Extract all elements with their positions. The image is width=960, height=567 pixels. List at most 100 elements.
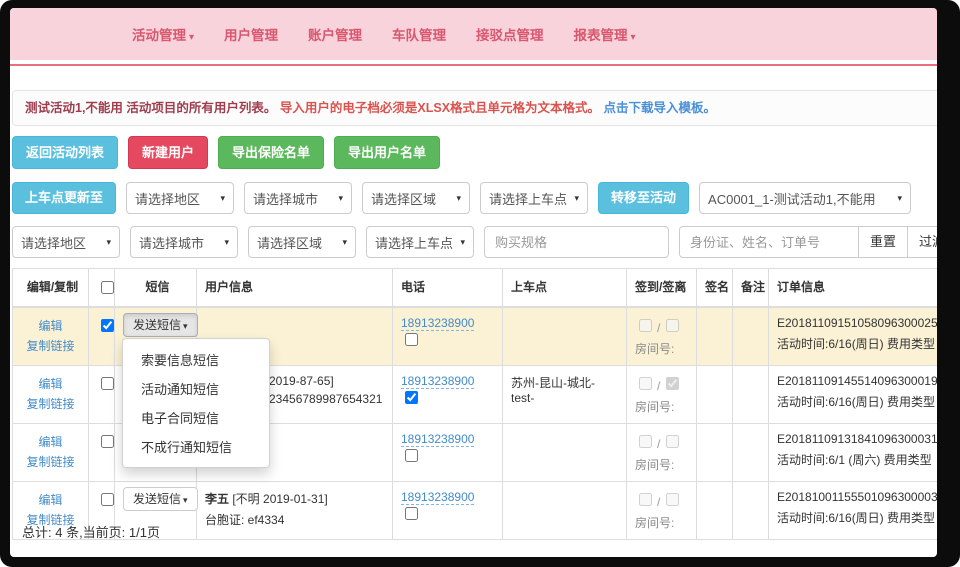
- filter-button[interactable]: 过滤: [907, 226, 937, 258]
- header-signature: 签名: [697, 269, 733, 308]
- district-select[interactable]: 请选择区域 ▾: [362, 182, 470, 214]
- caret-down-icon: ▾: [224, 237, 229, 248]
- sign-cell: / 房间号:: [627, 424, 697, 482]
- signin-checkbox[interactable]: [639, 319, 652, 332]
- order-number: E20181001155501096300003: [777, 490, 937, 504]
- sign-cell: / 房间号:: [627, 307, 697, 366]
- edit-link[interactable]: 编辑: [38, 377, 62, 391]
- copy-link[interactable]: 复制链接: [26, 455, 74, 469]
- city-select[interactable]: 请选择城市 ▾: [244, 182, 352, 214]
- pickup-cell: [503, 424, 627, 482]
- activity-select[interactable]: AC0001_1-测试活动1,不能用 ▾: [699, 182, 911, 214]
- signin-checkbox[interactable]: [639, 377, 652, 390]
- phone-checkbox[interactable]: [405, 449, 418, 462]
- new-user-button[interactable]: 新建用户: [128, 136, 208, 169]
- nav-label: 活动管理: [132, 28, 186, 43]
- header-pickup: 上车点: [503, 269, 627, 308]
- user-info-cell: 李五 [不明 2019-01-31] 台胞证: ef4334: [197, 482, 393, 540]
- search-input[interactable]: [679, 226, 859, 258]
- region-select-2[interactable]: 请选择地区 ▾: [12, 226, 120, 258]
- signout-checkbox[interactable]: [666, 319, 679, 332]
- caret-down-icon: ▾: [574, 193, 579, 204]
- district-select-2[interactable]: 请选择区域 ▾: [248, 226, 356, 258]
- edit-link[interactable]: 编辑: [38, 319, 62, 333]
- phone-link[interactable]: 18913238900: [401, 490, 474, 505]
- order-number: E20181109131841096300031: [777, 432, 937, 446]
- phone-link[interactable]: 18913238900: [401, 374, 474, 389]
- copy-link[interactable]: 复制链接: [26, 339, 74, 353]
- pickup-cell: 苏州-昆山-城北-test-: [503, 366, 627, 424]
- city-select-2[interactable]: 请选择城市 ▾: [130, 226, 238, 258]
- caret-down-icon: ▾: [342, 237, 347, 248]
- purchase-spec-input[interactable]: [484, 226, 669, 258]
- pickup-point-select[interactable]: 请选择上车点 ▾: [480, 182, 588, 214]
- nav-pickup-point-management[interactable]: 接驳点管理: [476, 24, 544, 44]
- select-value: 请选择城市: [253, 189, 318, 208]
- menu-item-econtract-sms[interactable]: 电子合同短信: [123, 403, 269, 432]
- send-sms-button[interactable]: 发送短信▾: [123, 487, 198, 511]
- signout-checkbox[interactable]: [666, 377, 679, 390]
- app-window: 活动管理▾ 用户管理 账户管理 车队管理 接驳点管理 报表管理▾ 测试活动1,不…: [10, 8, 937, 557]
- row-checkbox[interactable]: [101, 435, 114, 448]
- transfer-to-activity-button[interactable]: 转移至活动: [598, 182, 689, 214]
- nav-fleet-management[interactable]: 车队管理: [392, 24, 446, 44]
- send-sms-button[interactable]: 发送短信▾: [123, 313, 198, 337]
- export-users-button[interactable]: 导出用户名单: [334, 136, 440, 169]
- select-value: 请选择上车点: [489, 189, 567, 208]
- sign-cell: / 房间号:: [627, 366, 697, 424]
- select-value: 请选择地区: [135, 189, 200, 208]
- select-all-checkbox[interactable]: [101, 281, 114, 294]
- nav-user-management[interactable]: 用户管理: [224, 24, 278, 44]
- phone-checkbox[interactable]: [405, 507, 418, 520]
- update-pickup-button[interactable]: 上车点更新至: [12, 182, 116, 214]
- order-meta: 活动时间:6/1 (周六) 费用类型: [777, 451, 937, 468]
- alert-banner: 测试活动1,不能用 活动项目的所有用户列表。 导入用户的电子档必须是XLSX格式…: [12, 90, 937, 126]
- alert-title: 测试活动1,不能用 活动项目的所有用户列表。: [25, 101, 276, 115]
- order-meta: 活动时间:6/16(周日) 费用类型: [777, 393, 937, 410]
- caret-down-icon: ▾: [106, 237, 111, 248]
- nav-account-management[interactable]: 账户管理: [308, 24, 362, 44]
- sign-separator: /: [657, 495, 660, 509]
- reset-button[interactable]: 重置: [858, 226, 908, 258]
- header-note: 备注: [733, 269, 769, 308]
- edit-link[interactable]: 编辑: [38, 493, 62, 507]
- region-select[interactable]: 请选择地区 ▾: [126, 182, 234, 214]
- row-checkbox[interactable]: [101, 319, 114, 332]
- navbar-divider: [10, 64, 937, 66]
- room-label: 房间号:: [635, 514, 688, 531]
- phone-link[interactable]: 18913238900: [401, 432, 474, 447]
- sign-separator: /: [657, 379, 660, 393]
- nav-report-management[interactable]: 报表管理▾: [574, 24, 636, 44]
- pagination-summary: 总计: 4 条,当前页: 1/1页: [22, 522, 160, 541]
- phone-checkbox[interactable]: [405, 391, 418, 404]
- edit-link[interactable]: 编辑: [38, 435, 62, 449]
- signin-checkbox[interactable]: [639, 493, 652, 506]
- select-value: AC0001_1-测试活动1,不能用: [708, 189, 876, 208]
- caret-down-icon: ▾: [183, 495, 188, 505]
- header-order-info: 订单信息: [769, 269, 938, 308]
- menu-item-activity-notice-sms[interactable]: 活动通知短信: [123, 374, 269, 403]
- row-checkbox[interactable]: [101, 377, 114, 390]
- copy-link[interactable]: 复制链接: [26, 397, 74, 411]
- menu-item-cancel-notice-sms[interactable]: 不成行通知短信: [123, 432, 269, 461]
- back-to-activities-button[interactable]: 返回活动列表: [12, 136, 118, 169]
- action-button-row: 返回活动列表 新建用户 导出保险名单 导出用户名单: [12, 136, 440, 169]
- top-navbar: 活动管理▾ 用户管理 账户管理 车队管理 接驳点管理 报表管理▾: [10, 8, 937, 60]
- note-cell: [733, 482, 769, 540]
- header-edit-copy: 编辑/复制: [13, 269, 89, 308]
- signin-checkbox[interactable]: [639, 435, 652, 448]
- pickup-point-select-2[interactable]: 请选择上车点 ▾: [366, 226, 474, 258]
- signature-cell: [697, 482, 733, 540]
- signout-checkbox[interactable]: [666, 493, 679, 506]
- row-checkbox[interactable]: [101, 493, 114, 506]
- phone-checkbox[interactable]: [405, 333, 418, 346]
- caret-down-icon: ▾: [220, 193, 225, 204]
- nav-activity-management[interactable]: 活动管理▾: [132, 24, 194, 44]
- phone-link[interactable]: 18913238900: [401, 316, 474, 331]
- room-label: 房间号:: [635, 398, 688, 415]
- header-sign: 签到/签离: [627, 269, 697, 308]
- export-insurance-button[interactable]: 导出保险名单: [218, 136, 324, 169]
- signout-checkbox[interactable]: [666, 435, 679, 448]
- menu-item-request-info-sms[interactable]: 索要信息短信: [123, 345, 269, 374]
- download-template-link[interactable]: 点击下载导入模板。: [604, 101, 717, 115]
